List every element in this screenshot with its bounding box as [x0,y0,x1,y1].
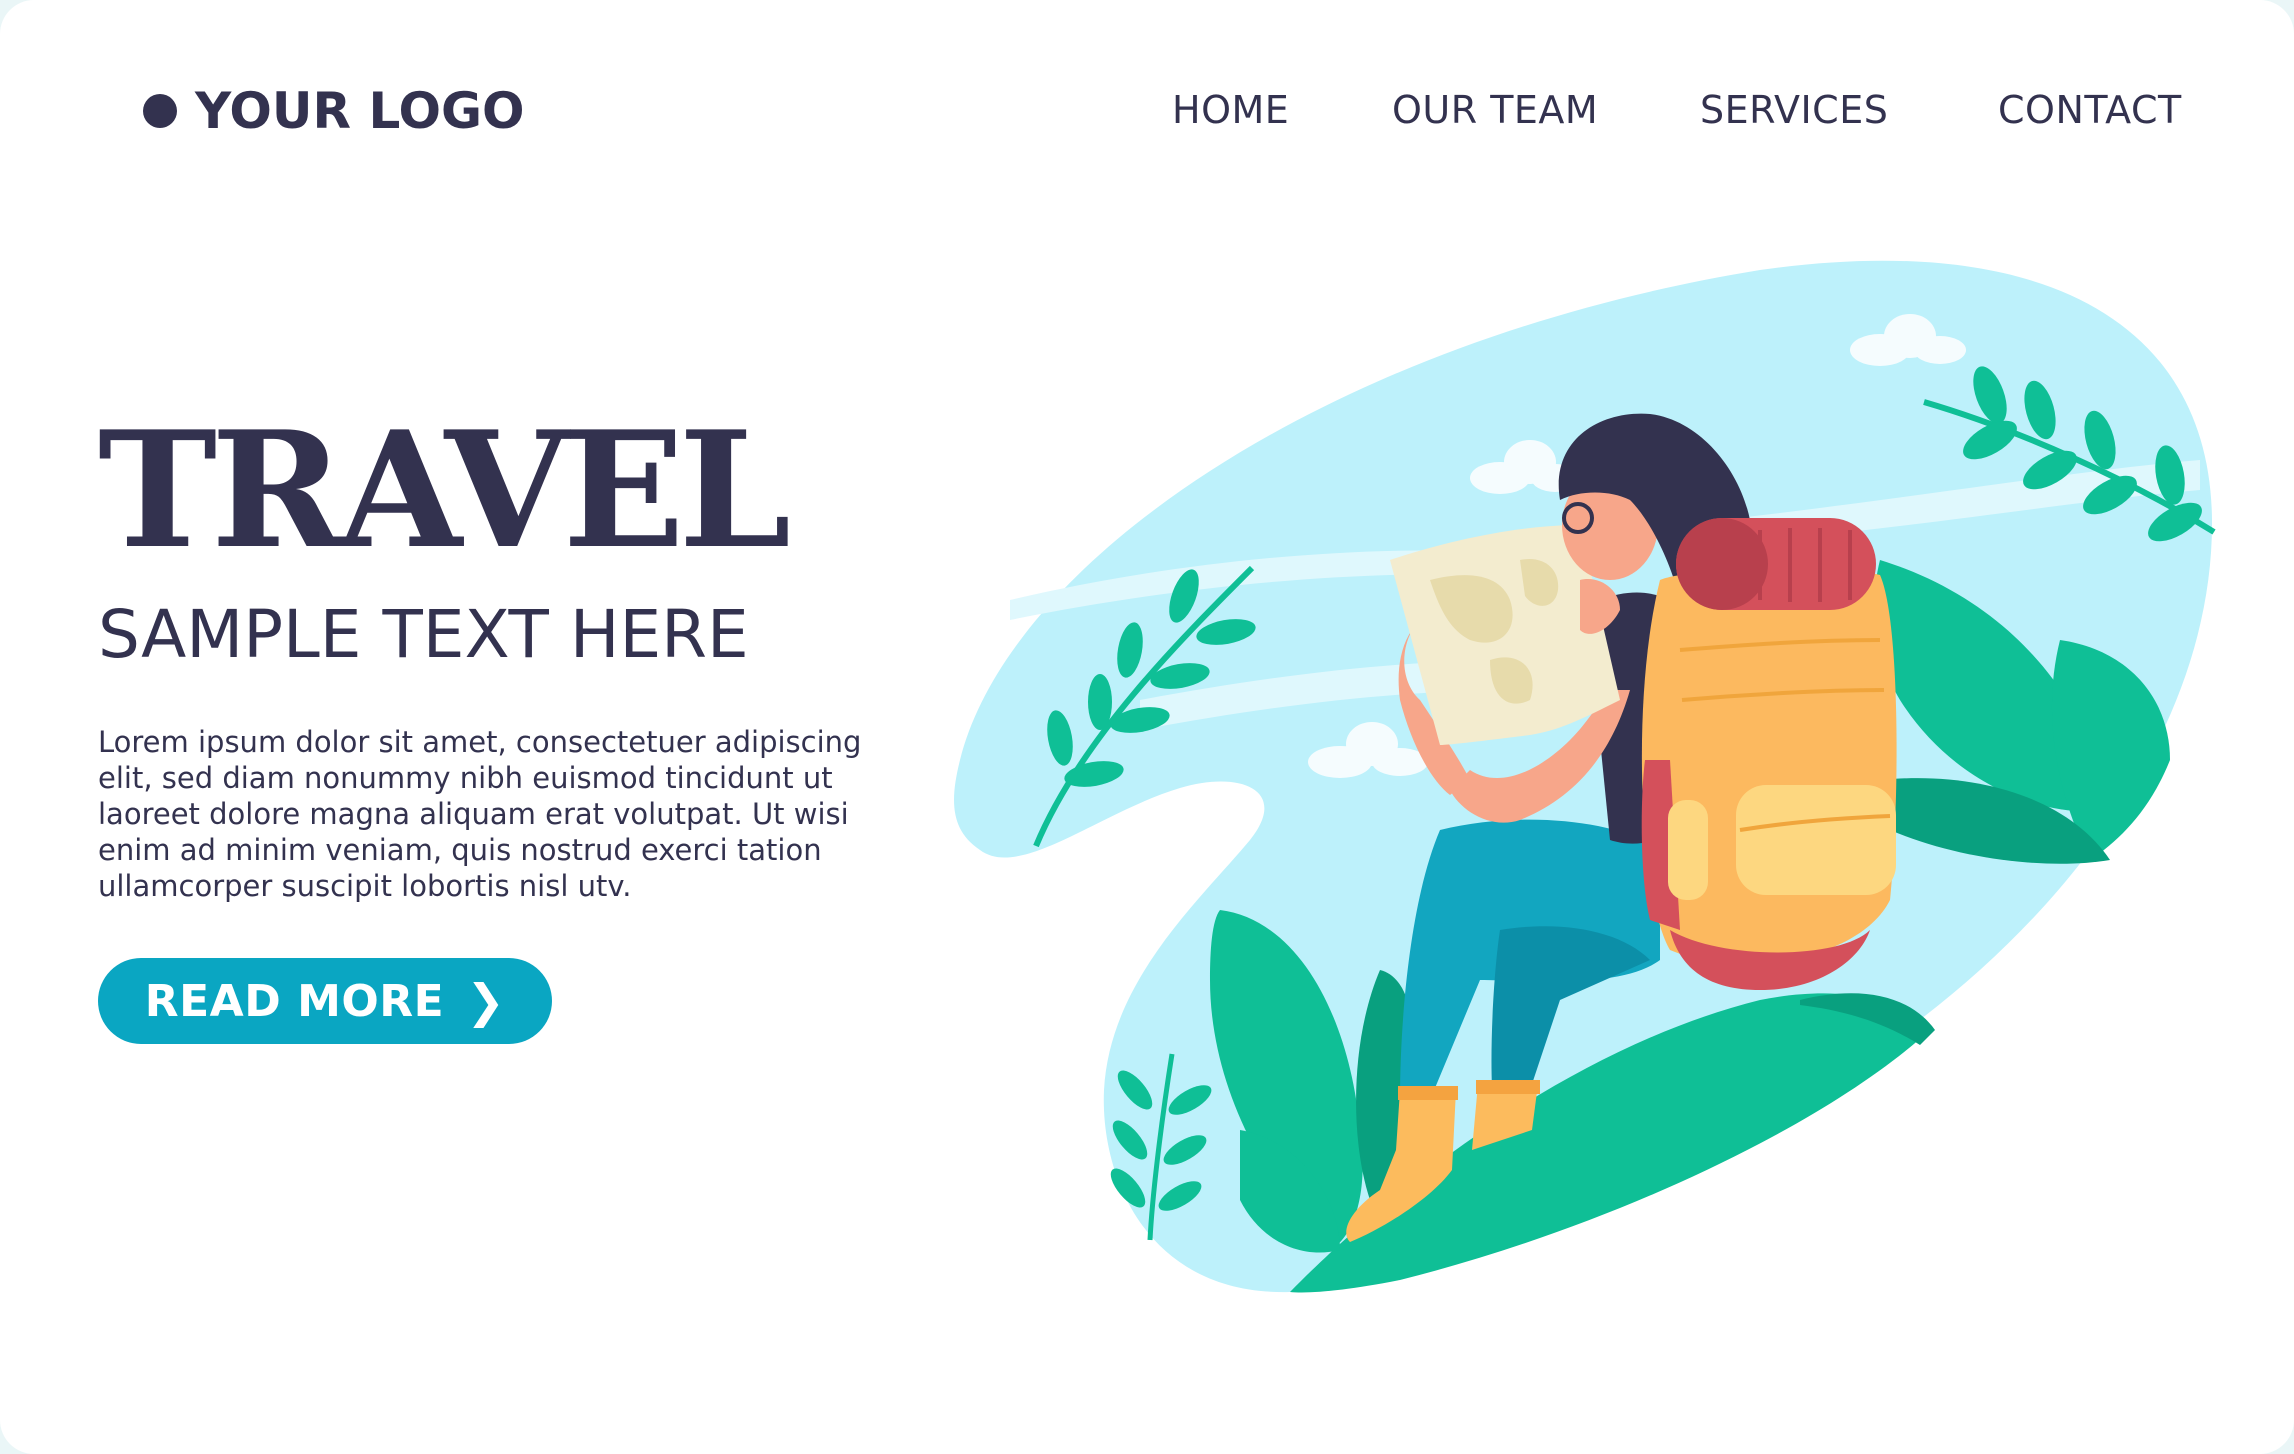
boot-cuff [1476,1080,1540,1094]
backpack-pocket [1736,785,1896,895]
backpack-icon [1641,567,1897,964]
bedroll-end [1676,518,1768,610]
hiker-illustration [954,260,2216,1293]
landing-page: YOUR LOGO HOME OUR TEAM SERVICES CONTACT… [0,0,2294,1454]
boot-cuff [1398,1086,1458,1100]
backpack-side-pocket [1668,800,1708,900]
